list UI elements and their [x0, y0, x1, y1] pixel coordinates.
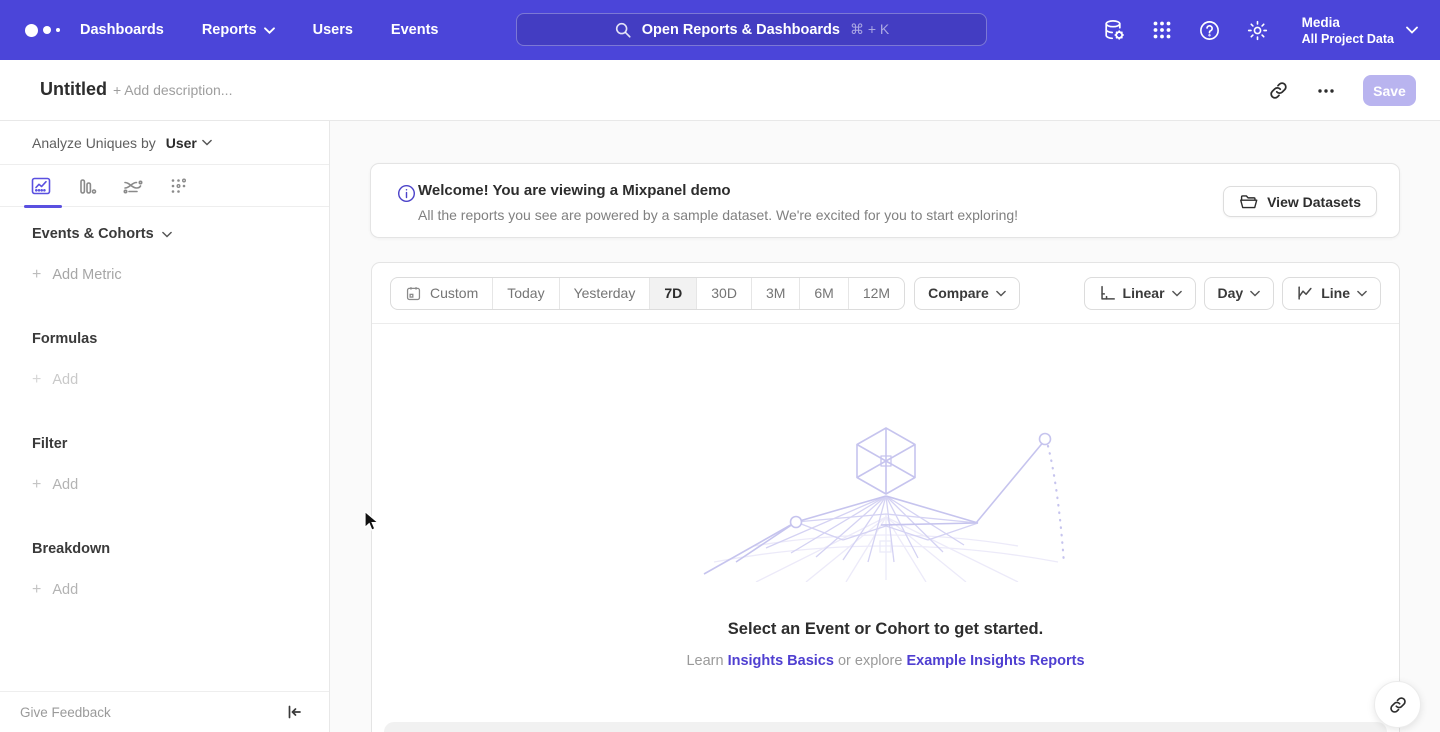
- nav-events[interactable]: Events: [391, 14, 439, 46]
- plus-icon: +: [32, 370, 41, 390]
- chevron-down-icon: [264, 27, 275, 34]
- chevron-down-icon: [162, 231, 172, 238]
- empty-state-illustration: [696, 422, 1076, 582]
- save-button[interactable]: Save: [1363, 75, 1416, 106]
- compare-button[interactable]: Compare: [914, 277, 1020, 310]
- nav-users[interactable]: Users: [313, 14, 353, 46]
- empty-state: Select an Event or Cohort to get started…: [372, 324, 1399, 669]
- chevron-down-icon: [1250, 290, 1260, 297]
- help-icon[interactable]: [1198, 18, 1222, 42]
- more-options-icon[interactable]: [1315, 80, 1337, 102]
- search-input[interactable]: Open Reports & Dashboards ⌘ + K: [516, 13, 987, 46]
- give-feedback-link[interactable]: Give Feedback: [20, 705, 111, 720]
- range-custom[interactable]: Custom: [391, 278, 493, 309]
- tab-bar-chart[interactable]: [75, 174, 99, 198]
- view-datasets-button[interactable]: View Datasets: [1223, 186, 1377, 217]
- plus-icon: +: [32, 580, 41, 600]
- info-icon: [397, 184, 416, 203]
- nav-right-actions: Media All Project Data: [1102, 0, 1418, 60]
- add-formula-button[interactable]: +Add: [32, 370, 329, 390]
- visualization-tabs: [0, 165, 329, 207]
- add-metric-button[interactable]: +Add Metric: [32, 265, 329, 285]
- nav-dashboards[interactable]: Dashboards: [80, 14, 164, 46]
- nav-reports[interactable]: Reports: [202, 14, 275, 46]
- insights-basics-link[interactable]: Insights Basics: [728, 653, 834, 669]
- plus-icon: +: [32, 475, 41, 495]
- report-title[interactable]: Untitled: [40, 79, 107, 100]
- demo-welcome-banner: Welcome! You are viewing a Mixpanel demo…: [370, 163, 1400, 238]
- add-filter-button[interactable]: +Add: [32, 475, 329, 495]
- breakdown-header: Breakdown: [32, 539, 329, 559]
- project-scope: All Project Data: [1302, 31, 1394, 47]
- share-link-fab[interactable]: [1374, 681, 1421, 728]
- search-placeholder: Open Reports & Dashboards: [642, 22, 840, 38]
- analyze-label: Analyze Uniques by: [32, 135, 156, 151]
- data-management-icon[interactable]: [1102, 18, 1126, 42]
- results-table-peek: [384, 722, 1387, 732]
- interval-selector-button[interactable]: Day: [1204, 277, 1275, 310]
- range-today[interactable]: Today: [493, 278, 559, 309]
- line-chart-icon: [1296, 284, 1314, 302]
- empty-state-title: Select an Event or Cohort to get started…: [728, 620, 1043, 639]
- chevron-down-icon: [1357, 290, 1367, 297]
- example-insights-reports-link[interactable]: Example Insights Reports: [906, 653, 1084, 669]
- tab-flow[interactable]: [121, 174, 145, 198]
- date-range-control: Custom Today Yesterday 7D 30D 3M 6M 12M: [390, 277, 905, 310]
- chevron-down-icon: [1406, 26, 1418, 34]
- scale-selector-button[interactable]: Linear: [1084, 277, 1196, 310]
- link-icon: [1388, 695, 1408, 715]
- project-switcher[interactable]: Media All Project Data: [1302, 14, 1418, 47]
- axes-icon: [1098, 284, 1116, 302]
- report-description-placeholder[interactable]: + Add description...: [113, 82, 232, 98]
- analyze-by-dropdown[interactable]: User: [166, 135, 212, 151]
- range-30d[interactable]: 30D: [697, 278, 752, 309]
- add-breakdown-button[interactable]: +Add: [32, 580, 329, 600]
- range-3m[interactable]: 3M: [752, 278, 800, 309]
- tab-retention-grid[interactable]: [167, 174, 191, 198]
- chevron-down-icon: [202, 139, 212, 146]
- chevron-down-icon: [996, 290, 1006, 297]
- plus-icon: +: [32, 265, 41, 285]
- formulas-header: Formulas: [32, 329, 329, 349]
- mixpanel-logo[interactable]: [25, 24, 70, 37]
- chevron-down-icon: [1172, 290, 1182, 297]
- empty-state-links: Learn Insights Basics or explore Example…: [686, 653, 1084, 669]
- query-builder-sidebar: Analyze Uniques by User Events & Cohorts…: [0, 121, 330, 732]
- active-tab-indicator: [24, 205, 62, 208]
- range-yesterday[interactable]: Yesterday: [560, 278, 651, 309]
- range-7d[interactable]: 7D: [650, 278, 697, 309]
- calendar-icon: [405, 285, 422, 302]
- range-6m[interactable]: 6M: [800, 278, 848, 309]
- search-shortcut: ⌘ + K: [850, 21, 889, 38]
- banner-body: All the reports you see are powered by a…: [418, 207, 1018, 223]
- insights-report-card: Custom Today Yesterday 7D 30D 3M 6M 12M …: [371, 262, 1400, 732]
- folder-icon: [1239, 193, 1258, 210]
- chart-type-selector-button[interactable]: Line: [1282, 277, 1381, 310]
- search-icon: [614, 21, 632, 39]
- top-navigation: Dashboards Reports Users Events Open Rep…: [0, 0, 1440, 60]
- sidebar-footer: Give Feedback: [0, 691, 329, 732]
- banner-title: Welcome! You are viewing a Mixpanel demo: [418, 182, 731, 199]
- project-name: Media: [1302, 14, 1394, 31]
- apps-grid-icon[interactable]: [1150, 18, 1174, 42]
- collapse-sidebar-icon[interactable]: [284, 702, 304, 722]
- filter-header: Filter: [32, 434, 329, 454]
- tab-insights-line[interactable]: [29, 174, 53, 198]
- analyze-uniques-row: Analyze Uniques by User: [0, 121, 329, 165]
- report-toolbar: Custom Today Yesterday 7D 30D 3M 6M 12M …: [372, 263, 1399, 324]
- main-nav: Dashboards Reports Users Events: [80, 14, 476, 46]
- main-content: Welcome! You are viewing a Mixpanel demo…: [330, 121, 1440, 732]
- report-header-bar: Untitled + Add description... Save: [0, 60, 1440, 121]
- settings-gear-icon[interactable]: [1246, 18, 1270, 42]
- events-cohorts-header[interactable]: Events & Cohorts: [32, 224, 329, 244]
- copy-link-icon[interactable]: [1267, 80, 1289, 102]
- range-12m[interactable]: 12M: [849, 278, 904, 309]
